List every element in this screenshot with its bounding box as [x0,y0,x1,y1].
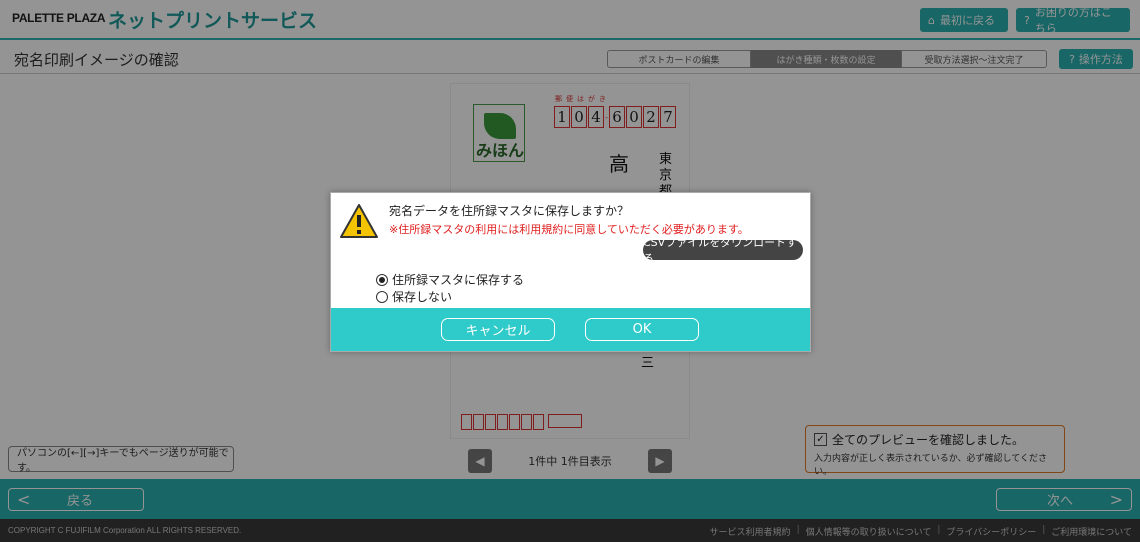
save-option-group: 住所録マスタに保存する 保存しない [376,271,524,305]
radio-button[interactable] [376,273,388,286]
radio-button[interactable] [376,290,388,303]
csv-download-button[interactable]: CSVファイルをダウンロードする [643,236,803,265]
save-address-dialog: 宛名データを住所録マスタに保存しますか？ ※住所録マスタの利用には利用規約に同意… [330,192,811,352]
ok-button[interactable]: OK [585,318,699,341]
save-option-no-save[interactable]: 保存しない [376,288,524,305]
cancel-button[interactable]: キャンセル [441,318,555,341]
dialog-footer: キャンセル OK [331,308,810,351]
warning-icon [340,204,378,238]
radio-label[interactable]: 保存しない [392,288,452,305]
dialog-question: 宛名データを住所録マスタに保存しますか？ [389,204,630,218]
radio-label[interactable]: 住所録マスタに保存する [392,271,524,288]
save-option-save[interactable]: 住所録マスタに保存する [376,271,524,288]
